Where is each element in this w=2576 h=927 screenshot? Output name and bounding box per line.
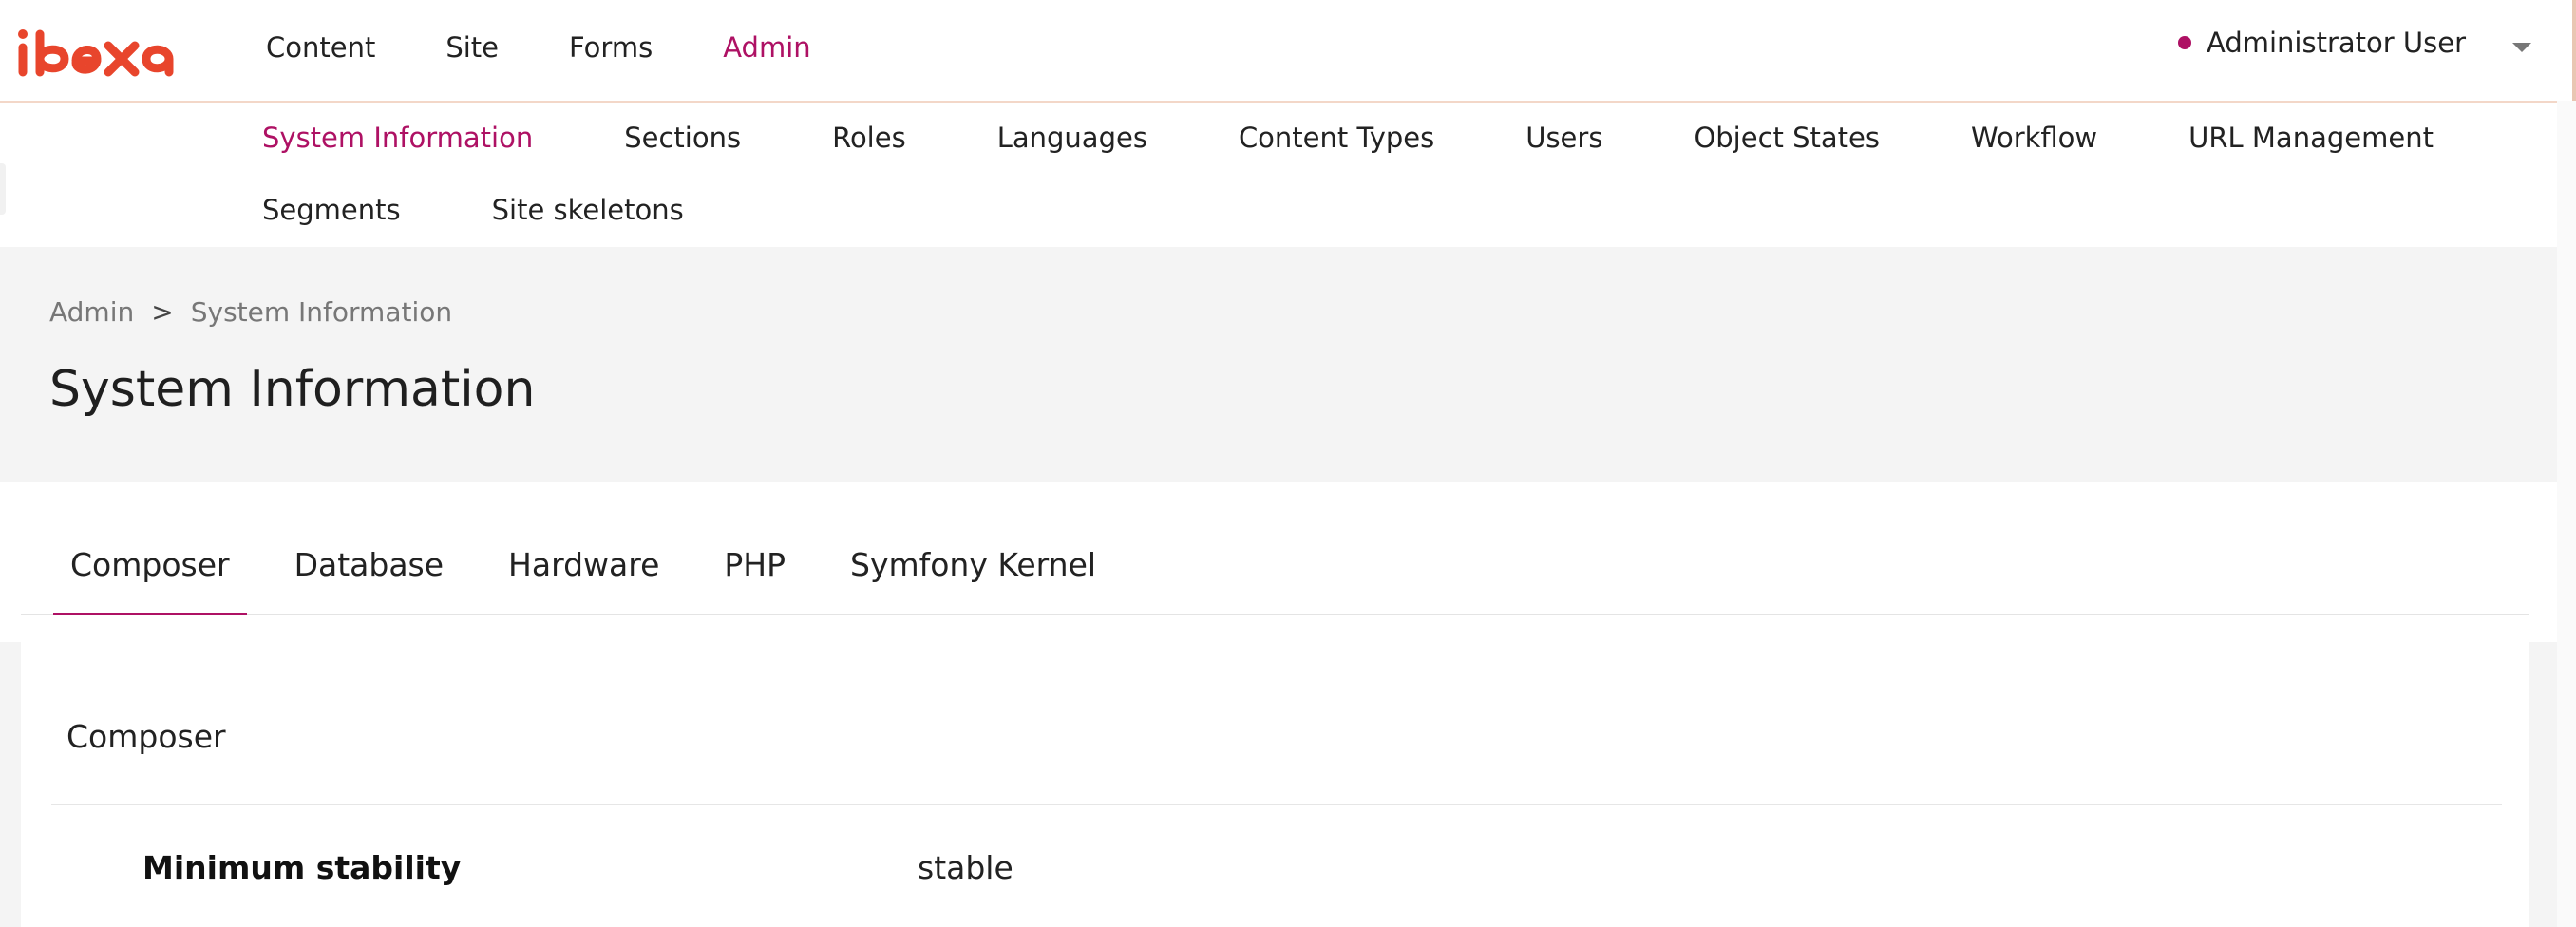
sub-nav-segments[interactable]: Segments [262, 194, 401, 226]
side-panel-toggle[interactable] [0, 163, 6, 215]
chevron-down-icon[interactable] [2512, 43, 2531, 52]
sub-nav-roles[interactable]: Roles [832, 122, 906, 154]
main-nav-site[interactable]: Site [445, 31, 499, 64]
tab-composer[interactable]: Composer [53, 534, 247, 615]
info-row-value: stable [918, 849, 1013, 886]
panel-title: Composer [66, 718, 226, 755]
sub-nav-object-states[interactable]: Object States [1694, 122, 1880, 154]
sub-nav-users[interactable]: Users [1525, 122, 1602, 154]
sub-nav-row: Segments Site skeletons [262, 194, 775, 226]
page-header: Admin > System Information System Inform… [0, 247, 2557, 482]
breadcrumb: Admin > System Information [49, 296, 452, 328]
online-dot-icon [2177, 36, 2191, 49]
user-menu[interactable]: Administrator User [2177, 27, 2466, 59]
scrollbar-accent [2572, 0, 2576, 101]
sub-nav-content-types[interactable]: Content Types [1239, 122, 1434, 154]
sub-nav-languages[interactable]: Languages [997, 122, 1147, 154]
divider [51, 804, 2502, 805]
sub-nav-system-information[interactable]: System Information [262, 122, 533, 154]
main-nav-admin[interactable]: Admin [723, 31, 810, 64]
tab-hardware[interactable]: Hardware [491, 534, 676, 614]
tab-php[interactable]: PHP [707, 534, 803, 614]
tab-symfony-kernel[interactable]: Symfony Kernel [833, 534, 1113, 614]
user-name: Administrator User [2206, 27, 2466, 59]
page-title: System Information [49, 361, 536, 418]
main-nav-content[interactable]: Content [266, 31, 375, 64]
ibexa-logo[interactable] [17, 27, 194, 84]
admin-sub-nav: System Information Sections Roles Langua… [0, 103, 2557, 247]
composer-panel: Composer Minimum stability stable [21, 642, 2529, 927]
breadcrumb-separator: > [151, 296, 174, 328]
sub-nav-sections[interactable]: Sections [624, 122, 741, 154]
top-bar: Content Site Forms Admin Administrator U… [0, 0, 2576, 103]
main-nav: Content Site Forms Admin [266, 0, 881, 95]
sub-nav-url-management[interactable]: URL Management [2188, 122, 2434, 154]
main-nav-forms[interactable]: Forms [569, 31, 653, 64]
sub-nav-site-skeletons[interactable]: Site skeletons [492, 194, 684, 226]
breadcrumb-item-admin[interactable]: Admin [49, 296, 134, 328]
tab-database[interactable]: Database [277, 534, 461, 614]
system-info-tabs: Composer Database Hardware PHP Symfony K… [21, 534, 2529, 615]
scrollbar-track[interactable] [2557, 101, 2576, 927]
sub-nav-row: System Information Sections Roles Langua… [262, 122, 2525, 154]
info-row-label: Minimum stability [142, 849, 462, 886]
breadcrumb-item-current: System Information [190, 296, 453, 328]
sub-nav-workflow[interactable]: Workflow [1971, 122, 2097, 154]
